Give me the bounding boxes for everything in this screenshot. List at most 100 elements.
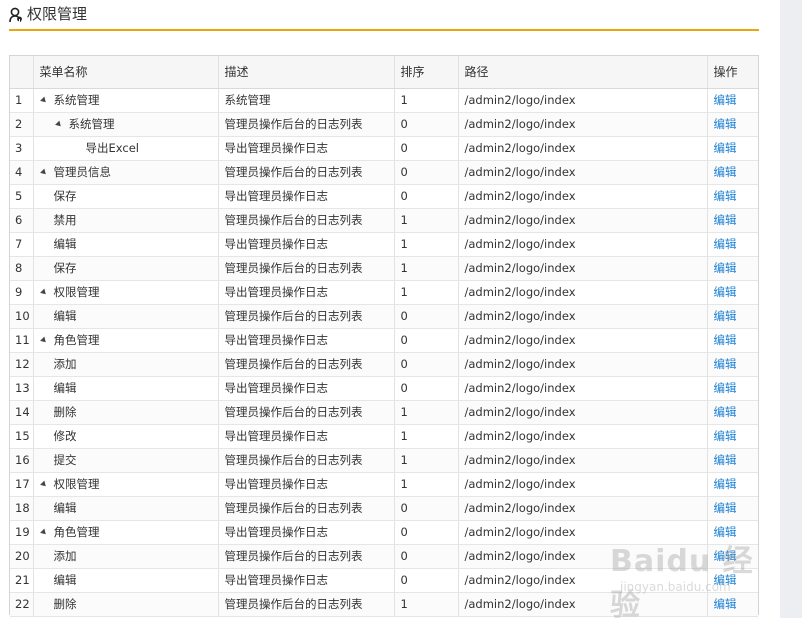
- table-row[interactable]: 20 添加 管理员操作后台的日志列表 0/admin2/logo/index 编辑: [10, 544, 758, 569]
- table-row[interactable]: 16 提交 管理员操作后台的日志列表 1/admin2/logo/index 编辑: [10, 448, 758, 473]
- path-cell: /admin2/logo/index: [458, 88, 708, 113]
- sort-cell: 0: [394, 352, 459, 377]
- table-row[interactable]: 17 权限管理 导出管理员操作日志 1/admin2/logo/index 编辑: [10, 472, 758, 497]
- expand-arrow-icon[interactable]: [54, 120, 63, 129]
- expand-arrow-icon[interactable]: [39, 336, 48, 345]
- menu-name-cell: 添加: [33, 544, 219, 569]
- edit-link[interactable]: 编辑: [714, 525, 737, 539]
- expand-arrow-icon[interactable]: [39, 528, 48, 537]
- table-row[interactable]: 10 编辑 管理员操作后台的日志列表 0/admin2/logo/index 编辑: [10, 304, 758, 329]
- menu-name-cell: 添加: [33, 352, 219, 377]
- path-cell: /admin2/logo/index: [458, 208, 708, 233]
- column-header-menu-name[interactable]: 菜单名称: [33, 56, 219, 89]
- sort-cell: 0: [394, 160, 459, 185]
- edit-link[interactable]: 编辑: [714, 357, 737, 371]
- description-cell: 导出管理员操作日志: [218, 232, 395, 257]
- row-number: 10: [10, 304, 34, 329]
- menu-table-container: 菜单名称 描述 排序 路径 操作 1 系统管理 系统管理 1/admin2/logo/…: [9, 55, 759, 617]
- table-row[interactable]: 1 系统管理 系统管理 1/admin2/logo/index 编辑: [10, 88, 758, 113]
- edit-link[interactable]: 编辑: [714, 429, 737, 443]
- description-cell: 管理员操作后台的日志列表: [218, 592, 395, 617]
- row-number: 4: [10, 160, 34, 185]
- menu-name-cell: 修改: [33, 424, 219, 449]
- sort-cell: 1: [394, 88, 459, 113]
- menu-name-label: 保存: [53, 189, 77, 203]
- edit-link[interactable]: 编辑: [714, 381, 737, 395]
- table-row[interactable]: 3 导出Excel 导出管理员操作日志 0/admin2/logo/index 编辑: [10, 136, 758, 161]
- edit-link[interactable]: 编辑: [714, 237, 737, 251]
- menu-name-label: 系统管理: [68, 117, 115, 131]
- menu-name-cell: 提交: [33, 448, 219, 473]
- path-cell: /admin2/logo/index: [458, 544, 708, 569]
- expand-arrow-icon[interactable]: [39, 480, 48, 489]
- path-cell: /admin2/logo/index: [458, 376, 708, 401]
- sort-cell: 0: [394, 544, 459, 569]
- row-number: 2: [10, 112, 34, 137]
- edit-link[interactable]: 编辑: [714, 333, 737, 347]
- row-number: 11: [10, 328, 34, 353]
- sort-cell: 0: [394, 304, 459, 329]
- column-header-sort[interactable]: 排序: [394, 56, 459, 89]
- edit-link[interactable]: 编辑: [714, 309, 737, 323]
- edit-link[interactable]: 编辑: [714, 453, 737, 467]
- edit-link[interactable]: 编辑: [714, 117, 737, 131]
- edit-link[interactable]: 编辑: [714, 573, 737, 587]
- column-header-path[interactable]: 路径: [458, 56, 708, 89]
- edit-link[interactable]: 编辑: [714, 141, 737, 155]
- edit-link[interactable]: 编辑: [714, 549, 737, 563]
- edit-link[interactable]: 编辑: [714, 501, 737, 515]
- edit-link[interactable]: 编辑: [714, 93, 737, 107]
- edit-link[interactable]: 编辑: [714, 189, 737, 203]
- row-number: 16: [10, 448, 34, 473]
- edit-link[interactable]: 编辑: [714, 213, 737, 227]
- description-cell: 导出管理员操作日志: [218, 568, 395, 593]
- menu-name-cell: 编辑: [33, 304, 219, 329]
- edit-link[interactable]: 编辑: [714, 285, 737, 299]
- page-header: 权限管理: [9, 0, 759, 31]
- path-cell: /admin2/logo/index: [458, 256, 708, 281]
- edit-link[interactable]: 编辑: [714, 261, 737, 275]
- table-row[interactable]: 15 修改 导出管理员操作日志 1/admin2/logo/index 编辑: [10, 424, 758, 449]
- expand-arrow-icon[interactable]: [39, 288, 48, 297]
- menu-name-cell: 禁用: [33, 208, 219, 233]
- table-row[interactable]: 6 禁用 管理员操作后台的日志列表 1/admin2/logo/index 编辑: [10, 208, 758, 233]
- scrollbar-track[interactable]: [780, 0, 802, 618]
- menu-name-label: 保存: [53, 261, 77, 275]
- table-row[interactable]: 13 编辑 导出管理员操作日志 0/admin2/logo/index 编辑: [10, 376, 758, 401]
- sort-cell: 0: [394, 568, 459, 593]
- path-cell: /admin2/logo/index: [458, 424, 708, 449]
- edit-link[interactable]: 编辑: [714, 405, 737, 419]
- edit-link[interactable]: 编辑: [714, 477, 737, 491]
- table-row[interactable]: 4 管理员信息 管理员操作后台的日志列表 0/admin2/logo/index 编辑: [10, 160, 758, 185]
- expand-arrow-icon[interactable]: [39, 168, 48, 177]
- expand-arrow-icon[interactable]: [39, 96, 48, 105]
- row-number: 22: [10, 592, 34, 617]
- row-number: 9: [10, 280, 34, 305]
- table-row[interactable]: 12 添加 管理员操作后台的日志列表 0/admin2/logo/index 编辑: [10, 352, 758, 377]
- description-cell: 管理员操作后台的日志列表: [218, 544, 395, 569]
- menu-name-cell: 删除: [33, 592, 219, 617]
- table-row[interactable]: 2 系统管理 管理员操作后台的日志列表 0/admin2/logo/index 编辑: [10, 112, 758, 137]
- edit-link[interactable]: 编辑: [714, 165, 737, 179]
- column-header-description[interactable]: 描述: [218, 56, 395, 89]
- sort-cell: 0: [394, 520, 459, 545]
- path-cell: /admin2/logo/index: [458, 304, 708, 329]
- menu-name-label: 权限管理: [53, 477, 100, 491]
- table-row[interactable]: 7 编辑 导出管理员操作日志 1/admin2/logo/index 编辑: [10, 232, 758, 257]
- table-row[interactable]: 11 角色管理 导出管理员操作日志 0/admin2/logo/index 编辑: [10, 328, 758, 353]
- table-row[interactable]: 18 编辑 管理员操作后台的日志列表 0/admin2/logo/index 编辑: [10, 496, 758, 521]
- edit-link[interactable]: 编辑: [714, 597, 737, 611]
- description-cell: 导出管理员操作日志: [218, 184, 395, 209]
- table-row[interactable]: 22 删除 管理员操作后台的日志列表 1/admin2/logo/index 编辑: [10, 592, 758, 617]
- menu-name-label: 禁用: [53, 213, 77, 227]
- table-row[interactable]: 21 编辑 导出管理员操作日志 0/admin2/logo/index 编辑: [10, 568, 758, 593]
- table-row[interactable]: 14 删除 管理员操作后台的日志列表 1/admin2/logo/index 编辑: [10, 400, 758, 425]
- table-row[interactable]: 8 保存 管理员操作后台的日志列表 1/admin2/logo/index 编辑: [10, 256, 758, 281]
- table-row[interactable]: 5 保存 导出管理员操作日志 0/admin2/logo/index 编辑: [10, 184, 758, 209]
- table-row[interactable]: 9 权限管理 导出管理员操作日志 1/admin2/logo/index 编辑: [10, 280, 758, 305]
- table-row[interactable]: 19 角色管理 导出管理员操作日志 0/admin2/logo/index 编辑: [10, 520, 758, 545]
- row-number: 20: [10, 544, 34, 569]
- menu-name-cell: 保存: [33, 256, 219, 281]
- menu-name-cell: 权限管理: [33, 280, 219, 305]
- actions-cell: 编辑: [707, 280, 758, 305]
